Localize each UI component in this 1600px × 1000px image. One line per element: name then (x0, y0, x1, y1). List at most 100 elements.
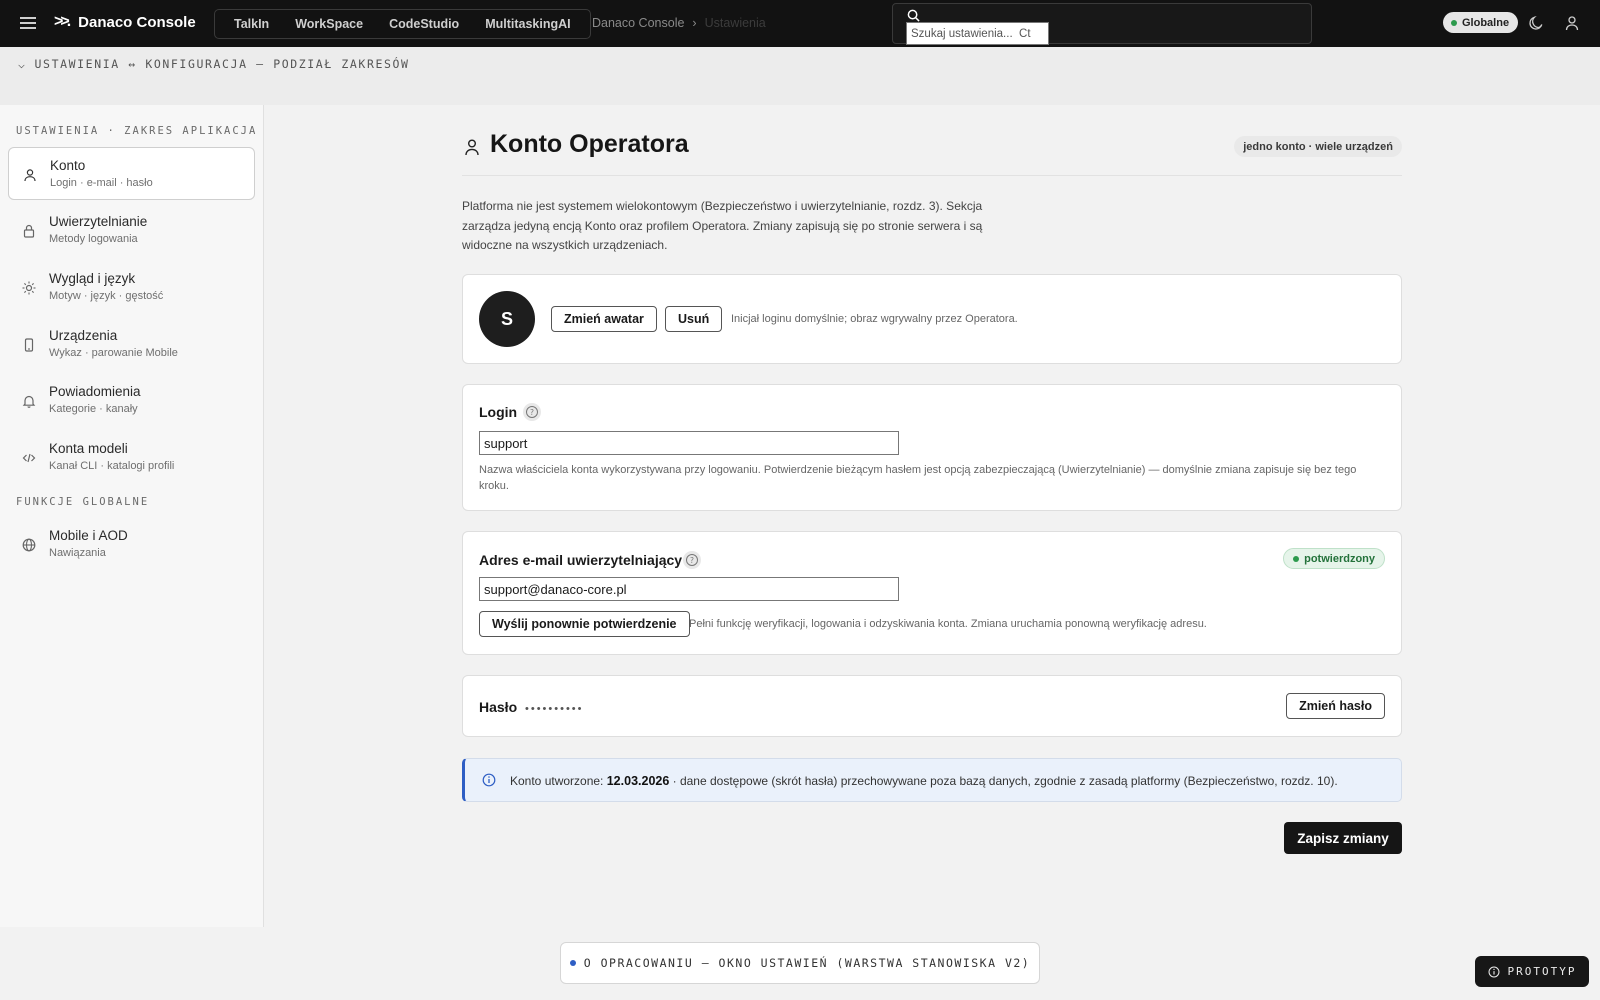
chevron-down-icon: ⌵ (18, 57, 27, 71)
status-dot-icon (1293, 555, 1300, 562)
brand-name: Danaco Console (78, 13, 196, 31)
page-title: Konto Operatora (490, 130, 689, 158)
svg-text:?: ? (690, 556, 694, 565)
email-description: Pełni funkcję weryfikacji, logowania i o… (689, 618, 1207, 630)
svg-text:?: ? (530, 408, 534, 417)
sidebar-item-urzadzenia[interactable]: Urządzenia Wykaz · parowanie Mobile (8, 318, 255, 371)
page-header: Konto Operatora jedno konto · wiele urzą… (462, 130, 1402, 176)
user-icon (24, 169, 36, 182)
email-status-label: potwierdzony (1304, 552, 1375, 565)
password-mask: •••••••••• (525, 703, 584, 715)
search-icon (907, 9, 920, 22)
email-label: Adres e-mail uwierzytelniający (479, 552, 683, 568)
help-icon[interactable]: ? (523, 403, 541, 421)
sidebar-heading-app: USTAWIENIA · ZAKRES APLIKACJA (16, 125, 258, 137)
status-dot-icon (569, 960, 576, 966)
dev-note-bar[interactable]: O OPRACOWANIU — OKNO USTAWIEŃ (WARSTWA S… (560, 942, 1040, 984)
search-input[interactable] (906, 22, 1049, 45)
sidebar-item-title: Mobile i AOD (49, 528, 128, 543)
account-info-text: Konto utworzone: 12.03.2026 · dane dostę… (510, 774, 1338, 788)
login-input[interactable] (479, 431, 899, 455)
sidebar-item-subtitle: Kategorie · kanały (49, 403, 138, 415)
password-card: Hasło •••••••••• Zmień hasło (462, 675, 1402, 737)
settings-sidebar: USTAWIENIA · ZAKRES APLIKACJA Konto Logi… (0, 105, 264, 927)
code-icon (22, 453, 36, 463)
login-description: Nazwa właściciela konta wykorzystywana p… (479, 464, 1357, 492)
sidebar-item-powiadomienia[interactable]: Powiadomienia Kategorie · kanały (8, 374, 255, 427)
prototype-label: PROTOTYP (1507, 965, 1577, 978)
avatar-hint: Inicjał loginu domyślnie; obraz wgrywaln… (731, 313, 1018, 325)
info-prefix: Konto utworzone: (510, 774, 607, 788)
password-label: Hasło (479, 699, 518, 715)
account-created-date: 12.03.2026 (606, 774, 670, 788)
scope-badge-label: Globalne (1462, 16, 1510, 29)
sidebar-item-konto[interactable]: Konto Login · e-mail · hasło (8, 147, 255, 200)
avatar: S (479, 291, 535, 347)
dev-note-label: O OPRACOWANIU — OKNO USTAWIEŃ (WARSTWA S… (583, 956, 1031, 970)
menu-icon[interactable] (20, 14, 36, 32)
breadcrumb: Danaco Console › Ustawienia (592, 16, 766, 30)
sidebar-item-mobile-aod[interactable]: Mobile i AOD Nawiązania (8, 518, 255, 571)
login-card: Login ? Nazwa właściciela konta wykorzys… (462, 384, 1402, 511)
sidebar-item-title: Wygląd i język (49, 271, 136, 286)
info-icon (1488, 966, 1499, 977)
app-switcher: TalkIn WorkSpace CodeStudio Multitasking… (214, 9, 591, 39)
page-intro: Platforma nie jest systemem wielokontowy… (462, 199, 983, 252)
help-icon[interactable]: ? (683, 551, 701, 569)
sidebar-heading-global: FUNKCJE GLOBALNE (16, 496, 150, 508)
resend-confirmation-button[interactable]: Wyślij ponownie potwierdzenie (479, 611, 690, 637)
sidebar-item-title: Urządzenia (49, 328, 118, 343)
section-path-strip: ⌵ USTAWIENIA ↔ KONFIGURACJA — PODZIAŁ ZA… (0, 47, 1600, 105)
remove-avatar-button[interactable]: Usuń (665, 306, 723, 332)
bell-icon (22, 395, 36, 408)
top-bar: >>. Danaco Console TalkIn WorkSpace Code… (0, 0, 1600, 47)
save-changes-button[interactable]: Zapisz zmiany (1284, 822, 1402, 854)
sidebar-item-subtitle: Login · e-mail · hasło (50, 177, 153, 189)
email-status-badge: potwierdzony (1283, 548, 1385, 569)
scope-badge[interactable]: Globalne (1443, 12, 1519, 33)
sidebar-item-wyglad[interactable]: Wygląd i język Motyw · język · gęstość (8, 261, 255, 314)
sidebar-item-subtitle: Motyw · język · gęstość (49, 290, 164, 302)
sidebar-item-subtitle: Metody logowania (49, 233, 138, 245)
email-card: Adres e-mail uwierzytelniający ? potwier… (462, 531, 1402, 655)
sidebar-item-title: Konta modeli (49, 441, 128, 456)
user-icon[interactable] (1564, 15, 1580, 31)
phone-icon (24, 338, 34, 352)
sidebar-item-title: Uwierzytelnianie (49, 214, 148, 229)
app-tab-talkin[interactable]: TalkIn (221, 17, 282, 31)
email-input[interactable] (479, 577, 899, 601)
brand[interactable]: >>. Danaco Console (54, 13, 196, 31)
sidebar-item-subtitle: Kanał CLI · katalogi profili (49, 460, 175, 472)
prototype-button[interactable]: PROTOTYP (1475, 956, 1589, 987)
account-scope-tag: jedno konto · wiele urządzeń (1234, 136, 1402, 157)
brand-logo-icon: >>. (54, 13, 71, 30)
sun-icon (22, 281, 36, 295)
sidebar-item-subtitle: Nawiązania (49, 547, 106, 559)
app-tab-workspace[interactable]: WorkSpace (282, 17, 376, 31)
app-tab-codestudio[interactable]: CodeStudio (376, 17, 472, 31)
breadcrumb-current: Ustawienia (704, 16, 766, 30)
sidebar-item-konta-modeli[interactable]: Konta modeli Kanał CLI · katalogi profil… (8, 431, 255, 484)
info-icon (482, 773, 496, 787)
user-icon (465, 139, 479, 156)
sidebar-item-subtitle: Wykaz · parowanie Mobile (49, 347, 178, 359)
status-dot-icon (1451, 19, 1457, 26)
moon-icon[interactable] (1528, 15, 1544, 31)
chevron-right-icon: › (692, 16, 697, 30)
breadcrumb-root[interactable]: Danaco Console (592, 16, 684, 30)
section-path-label: USTAWIENIA ↔ KONFIGURACJA — PODZIAŁ ZAKR… (34, 57, 410, 71)
section-path[interactable]: ⌵ USTAWIENIA ↔ KONFIGURACJA — PODZIAŁ ZA… (18, 57, 410, 71)
lock-icon (23, 224, 35, 238)
info-suffix: · dane dostępowe (skrót hasła) przechowy… (669, 774, 1338, 788)
avatar-card: S Zmień awatar Usuń Inicjał loginu domyś… (462, 274, 1402, 364)
sidebar-item-title: Konto (50, 158, 86, 173)
login-label: Login (479, 404, 518, 420)
globe-icon (22, 538, 36, 552)
account-info-banner: Konto utworzone: 12.03.2026 · dane dostę… (462, 758, 1402, 802)
sidebar-item-uwierzytelnianie[interactable]: Uwierzytelnianie Metody logowania (8, 204, 255, 257)
search-box (892, 3, 1312, 45)
change-avatar-button[interactable]: Zmień awatar (551, 306, 657, 332)
app-tab-multitaskingai[interactable]: MultitaskingAI (472, 17, 583, 31)
change-password-button[interactable]: Zmień hasło (1286, 693, 1385, 719)
sidebar-item-title: Powiadomienia (49, 384, 141, 399)
